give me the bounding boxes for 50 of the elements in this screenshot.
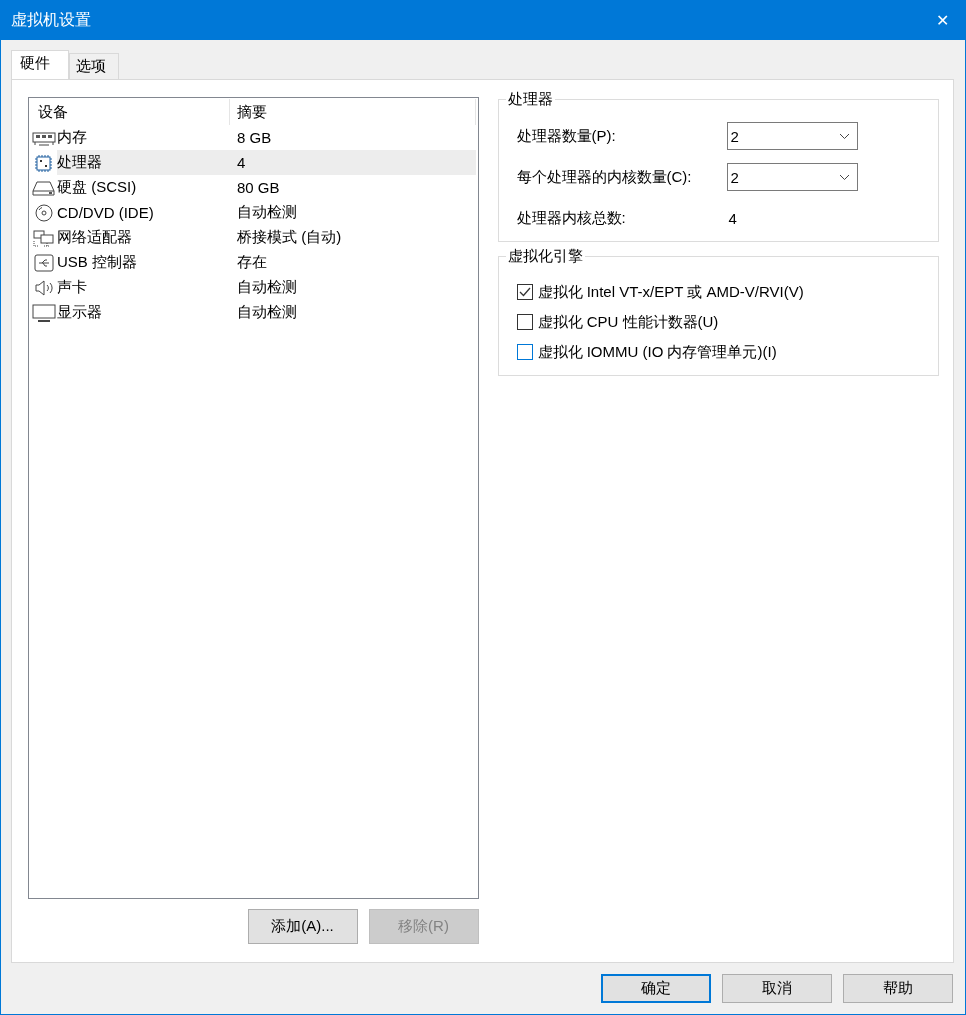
checkbox[interactable] — [516, 314, 533, 330]
network-icon — [32, 228, 56, 247]
device-name[interactable]: 声卡 — [57, 275, 231, 300]
device-summary: 4 — [231, 150, 476, 175]
group-title: 处理器 — [505, 90, 555, 109]
dialog-button[interactable]: 确定 — [601, 974, 711, 1003]
field-value: 4 — [727, 209, 737, 227]
disc-icon — [32, 203, 56, 222]
caret-icon — [838, 173, 850, 181]
device-summary: 存在 — [236, 252, 268, 272]
device-name[interactable]: CD/DVD (IDE) — [57, 200, 231, 225]
window-title: 虚拟机设置 — [11, 9, 91, 30]
dialog-button[interactable]: 帮助 — [843, 974, 953, 1003]
device-summary: 自动检测 — [236, 277, 298, 297]
device-name[interactable]: 网络适配器 — [57, 225, 231, 250]
dropdown-value: 2 — [730, 127, 739, 145]
tab[interactable]: 硬件 — [11, 50, 69, 79]
field-label: 每个处理器的内核数量(C): — [516, 167, 693, 187]
device-name[interactable]: 显示器 — [57, 300, 231, 325]
hard-drive-icon — [32, 178, 56, 197]
usb-icon — [32, 253, 56, 272]
dropdown[interactable]: 2 — [726, 163, 858, 191]
monitor-icon — [32, 303, 56, 322]
tab[interactable]: 选项 — [69, 53, 119, 79]
checkbox[interactable] — [516, 284, 533, 300]
dropdown[interactable]: 2 — [726, 122, 858, 150]
device-summary: 自动检测 — [236, 302, 298, 322]
device-summary: 桥接模式 (自动) — [236, 227, 343, 247]
dropdown-value: 2 — [730, 168, 739, 186]
group-title: 虚拟化引擎 — [505, 247, 585, 266]
device-name[interactable]: 内存 — [57, 125, 231, 150]
column-header: 设备 — [37, 102, 68, 122]
speaker-icon — [32, 278, 56, 297]
caret-icon — [838, 132, 850, 140]
device-summary: 8 GB — [236, 128, 273, 148]
checkbox-label: 虚拟化 IOMMU (IO 内存管理单元)(I) — [537, 342, 777, 362]
device-name[interactable]: 处理器 — [57, 150, 231, 175]
checkbox-label: 虚拟化 CPU 性能计数器(U) — [537, 312, 719, 332]
device-summary: 80 GB — [236, 178, 281, 198]
checkbox-label: 虚拟化 Intel VT-x/EPT 或 AMD-V/RVI(V) — [537, 282, 804, 302]
dialog-button[interactable]: 取消 — [722, 974, 832, 1003]
column-header: 摘要 — [236, 102, 267, 122]
device-name[interactable]: 硬盘 (SCSI) — [57, 175, 231, 200]
field-label: 处理器内核总数: — [516, 208, 627, 228]
device-summary: 自动检测 — [236, 202, 298, 222]
checkbox[interactable] — [516, 344, 533, 360]
device-name[interactable]: USB 控制器 — [57, 250, 231, 275]
field-label: 处理器数量(P): — [516, 126, 617, 146]
close-button[interactable]: ✕ — [932, 6, 953, 34]
add-button[interactable]: 添加(A)... — [247, 909, 358, 944]
